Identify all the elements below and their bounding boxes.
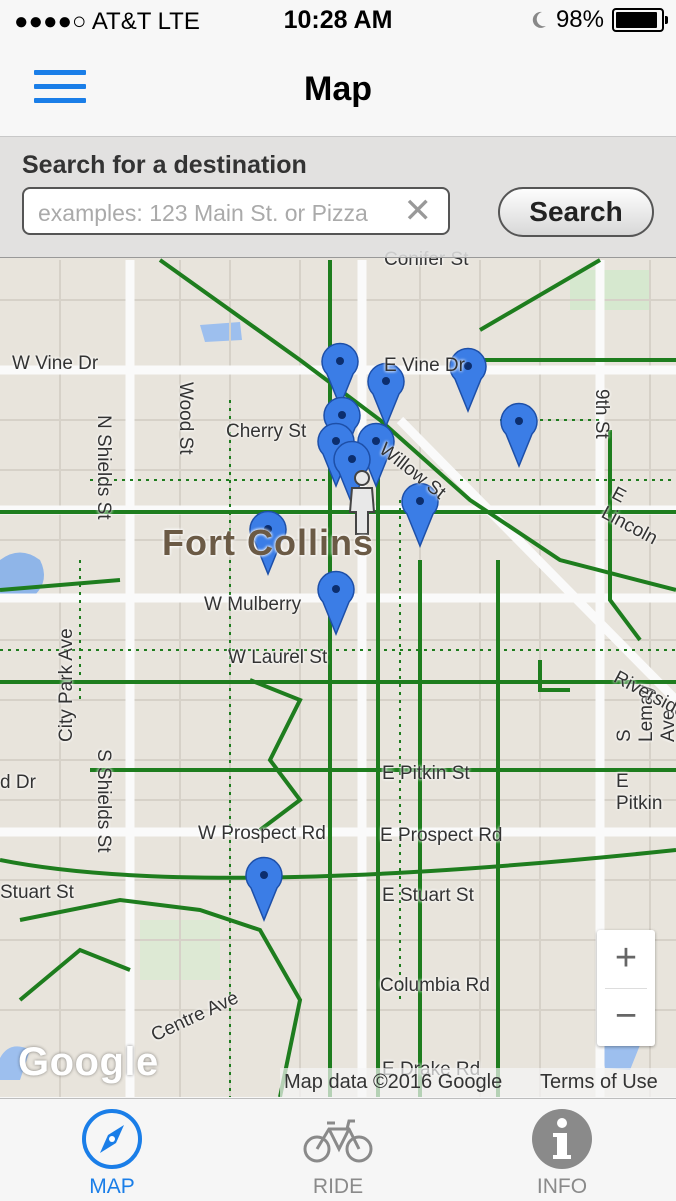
street-label: W Prospect Rd: [198, 823, 326, 844]
tab-ride[interactable]: RIDE: [258, 1099, 418, 1201]
bicycle-icon: [303, 1119, 373, 1163]
compass-icon: [82, 1109, 142, 1169]
info-icon: [532, 1109, 592, 1169]
terms-of-use-link[interactable]: Terms of Use: [540, 1071, 658, 1094]
street-label: E Pitkin: [616, 771, 663, 814]
street-label: E Prospect Rd: [380, 825, 503, 846]
search-input[interactable]: [36, 199, 400, 228]
street-label: d Dr: [0, 772, 36, 793]
street-label: E Pitkin St: [382, 763, 470, 784]
street-label: City Park Ave: [56, 628, 77, 742]
tab-label: INFO: [536, 1175, 588, 1198]
search-button[interactable]: Search: [498, 187, 654, 237]
battery-icon: [612, 8, 668, 32]
street-labels: Conifer St E Vine Dr W Vine Dr N Shields…: [0, 137, 676, 1097]
street-label: Willow St: [375, 439, 450, 504]
street-label: N Shields St: [93, 415, 114, 520]
search-panel: Search for a destination ✕ Search: [0, 137, 676, 258]
tab-map[interactable]: MAP: [32, 1099, 192, 1201]
street-label: E Lincoln: [597, 483, 661, 550]
street-label: W Laurel St: [228, 647, 328, 668]
clear-icon[interactable]: ✕: [404, 194, 433, 228]
street-label: E Vine Dr: [384, 355, 465, 376]
map-data-credit: Map data ©2016 Google: [284, 1071, 503, 1093]
tab-info[interactable]: INFO: [482, 1099, 642, 1201]
page-title: Map: [304, 70, 372, 108]
street-label: Cherry St: [226, 421, 307, 442]
street-label: W Vine Dr: [12, 353, 99, 374]
zoom-out-button[interactable]: −: [597, 988, 655, 1046]
tab-label: MAP: [89, 1175, 135, 1198]
zoom-controls: + −: [597, 930, 655, 1046]
street-label: Columbia Rd: [380, 975, 490, 996]
street-label: Centre Ave: [148, 987, 242, 1047]
search-label: Search for a destination: [22, 151, 307, 179]
street-label: E Stuart St: [382, 885, 474, 906]
moon-icon: [532, 11, 546, 28]
city-label: Fort Collins: [162, 522, 374, 563]
zoom-in-button[interactable]: +: [597, 930, 655, 988]
status-right: 98%: [530, 6, 668, 34]
street-label: 9th St: [591, 389, 612, 439]
battery-percent: 98%: [555, 6, 604, 33]
map-view[interactable]: Conifer St E Vine Dr W Vine Dr N Shields…: [0, 137, 676, 1097]
navigation-bar: Map: [0, 40, 676, 137]
map-attribution: Map data ©2016 Google Terms of Use: [280, 1068, 676, 1098]
street-label: W Mulberry: [204, 594, 302, 615]
tab-bar: MAP RIDE INFO: [0, 1098, 676, 1201]
tab-label: RIDE: [312, 1175, 364, 1198]
street-label: S Shields St: [93, 749, 114, 853]
google-logo: Google: [18, 1040, 159, 1084]
status-bar: ●●●●○ AT&T LTE 10:28 AM 98%: [0, 0, 676, 40]
search-field[interactable]: ✕: [22, 187, 450, 235]
street-label: Wood St: [175, 382, 196, 455]
street-label: Stuart St: [0, 882, 74, 903]
